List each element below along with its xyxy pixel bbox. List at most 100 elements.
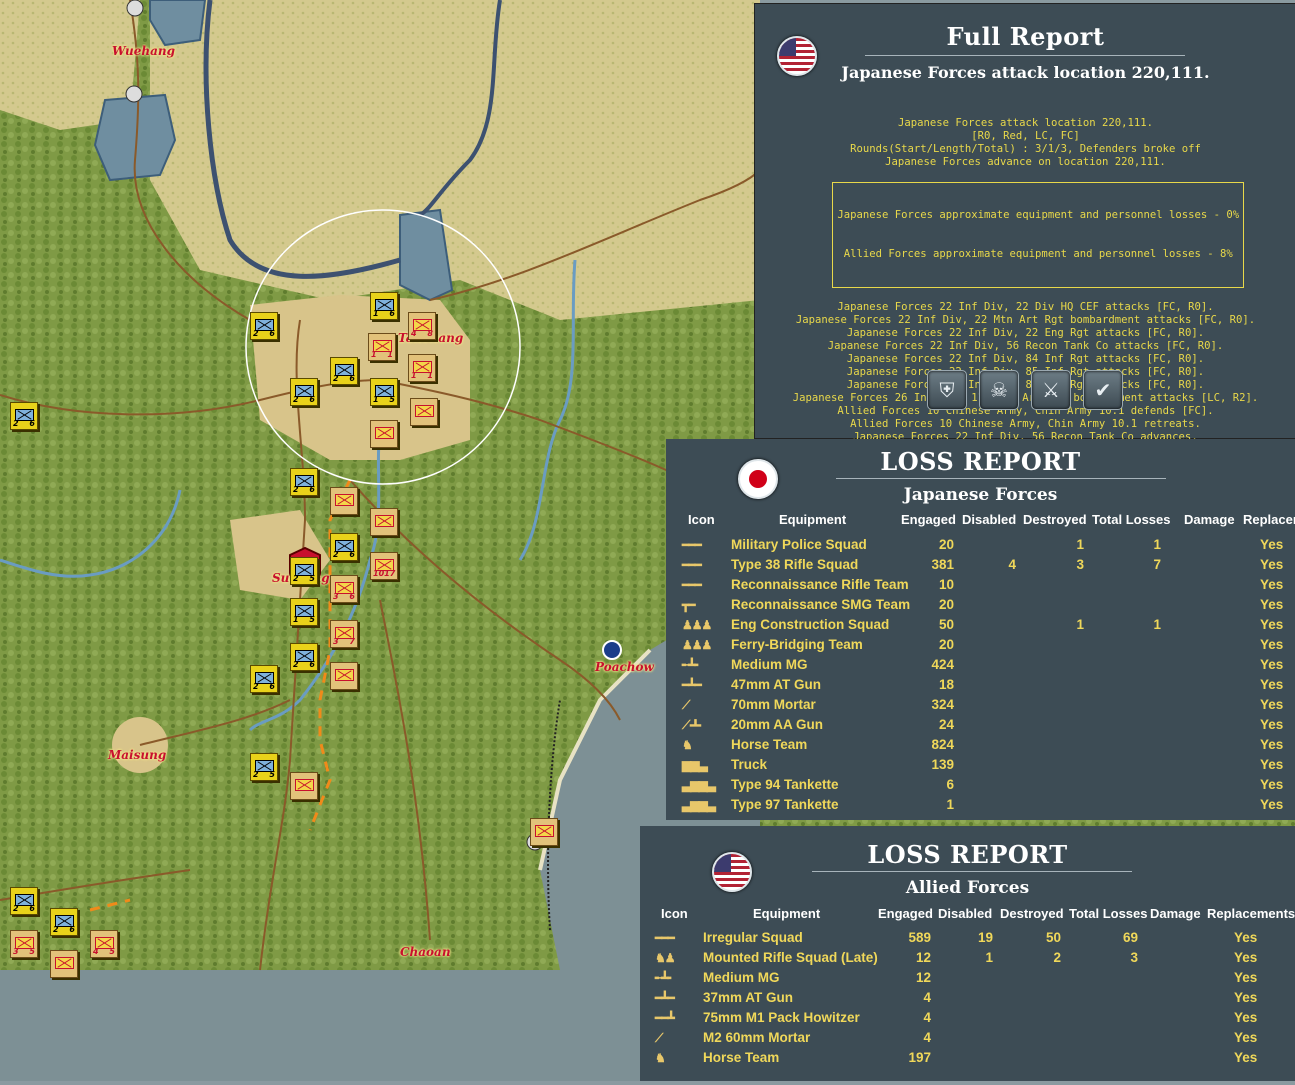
loss-table-row[interactable]: ♞ Horse Team 824 Yes (666, 734, 1295, 754)
log-line: [R0, Red, LC, FC] (971, 130, 1080, 142)
loss-table-row[interactable]: ╾┻╸ Medium MG 12 Yes (640, 967, 1295, 987)
replacements-value: Yes (1234, 1030, 1258, 1045)
loss-table-row[interactable]: ━━┻ 75mm M1 Pack Howitzer 4 Yes (640, 1007, 1295, 1027)
japanese-unit-counter[interactable]: 11 (408, 354, 436, 382)
japanese-unit-counter[interactable]: 11 (368, 333, 396, 361)
loss-table-body: ━━━ Irregular Squad 589 19 50 69 Yes ♞♟ Mounted … (640, 927, 1295, 1067)
allied-unit-counter[interactable]: 25 (250, 753, 278, 781)
col-total-losses: Total Losses (1069, 906, 1148, 921)
loss-table-row[interactable]: ━━━ Type 38 Rifle Squad 381 4 3 7 Yes (666, 554, 1295, 574)
allied-unit-counter[interactable]: 26 (290, 378, 318, 406)
dagger-skull-icon[interactable]: ☠ (979, 370, 1019, 410)
destroyed-count: 50 (1045, 930, 1061, 945)
col-equipment: Equipment (779, 512, 847, 527)
japanese-unit-counter[interactable] (330, 487, 358, 515)
loss-table-row[interactable]: ♞♟ Mounted Rifle Squad (Late) 12 1 2 3 Yes (640, 947, 1295, 967)
allied-unit-counter[interactable]: 26 (290, 468, 318, 496)
japanese-unit-counter[interactable] (50, 950, 78, 978)
artillery-symbol-icon (535, 825, 554, 837)
col-destroyed: Destroyed (1023, 512, 1087, 527)
replacements-value: Yes (1260, 657, 1284, 672)
allied-unit-counter[interactable]: 26 (290, 643, 318, 671)
col-replacements: Replacements (1207, 906, 1295, 921)
replacements-value: Yes (1234, 1050, 1258, 1065)
allied-unit-counter[interactable]: 25 (290, 557, 318, 585)
loss-table-row[interactable]: ━━━ Military Police Squad 20 1 1 Yes (666, 534, 1295, 554)
replacements-value: Yes (1260, 757, 1284, 772)
loss-table-row[interactable]: ▃▆▆▃ Type 94 Tankette 6 Yes (666, 774, 1295, 794)
loss-table-row[interactable]: ┳━ Reconnaissance SMG Team 20 Yes (666, 594, 1295, 614)
japanese-unit-counter[interactable] (370, 420, 398, 448)
shield-skull-icon[interactable]: ⛨ (927, 370, 967, 410)
japanese-unit-counter[interactable]: 36 (330, 575, 358, 603)
loss-table-row[interactable]: ▆▆▃ Truck 139 Yes (666, 754, 1295, 774)
equipment-name: Type 94 Tankette (731, 777, 839, 792)
losses-summary-box: Japanese Forces approximate equipment an… (832, 182, 1245, 288)
loss-table-row[interactable]: ▃▆▆▃ Type 97 Tankette 1 Yes (666, 794, 1295, 814)
loss-table-row[interactable]: ♟♟♟ Ferry-Bridging Team 20 Yes (666, 634, 1295, 654)
infantry-symbol-icon (375, 427, 394, 439)
replacements-value: Yes (1260, 637, 1284, 652)
allied-unit-counter[interactable]: 26 (10, 402, 38, 430)
crossed-swords-icon[interactable]: ⚔ (1031, 370, 1071, 410)
replacements-value: Yes (1234, 950, 1258, 965)
japanese-unit-counter[interactable]: 48 (408, 312, 436, 340)
at-gun-icon: ━┻━ (655, 991, 675, 1005)
replacements-value: Yes (1234, 1010, 1258, 1025)
equipment-name: Ferry-Bridging Team (731, 637, 863, 652)
allied-unit-counter[interactable]: 15 (290, 598, 318, 626)
loss-table-row[interactable]: ╾┻╸ Medium MG 424 Yes (666, 654, 1295, 674)
allied-unit-counter[interactable]: 26 (250, 665, 278, 693)
destroyed-count: 1 (1076, 617, 1084, 632)
log-line: Japanese Forces 22 Inf Div, 22 Eng Rgt a… (846, 327, 1205, 339)
replacements-value: Yes (1234, 930, 1258, 945)
tank-icon: ▃▆▆▃ (682, 798, 716, 812)
japanese-unit-counter[interactable]: 10 17 (370, 552, 398, 580)
loss-table-row[interactable]: ♟♟♟ Eng Construction Squad 50 1 1 Yes (666, 614, 1295, 634)
japanese-unit-counter[interactable] (290, 772, 318, 800)
total-losses-count: 69 (1122, 930, 1138, 945)
mortar-icon: ⟋ (682, 698, 690, 712)
log-line: Allied Forces approximate equipment and … (843, 248, 1233, 260)
equipment-name: Eng Construction Squad (731, 617, 890, 632)
loss-table-row[interactable]: ━┻━ 37mm AT Gun 4 Yes (640, 987, 1295, 1007)
japanese-unit-counter[interactable] (370, 508, 398, 536)
engaged-count: 12 (915, 950, 931, 965)
engaged-count: 197 (908, 1050, 931, 1065)
allied-unit-counter[interactable]: 26 (10, 887, 38, 915)
horse-icon: ♞ (682, 738, 693, 752)
loss-table-row[interactable]: ━━━ Reconnaissance Rifle Team 10 Yes (666, 574, 1295, 594)
allied-unit-counter[interactable]: 26 (330, 533, 358, 561)
rifle-icon: ━━━ (682, 578, 702, 592)
loss-table-row[interactable]: ━┻━ 47mm AT Gun 18 Yes (666, 674, 1295, 694)
destroyed-count: 1 (1076, 537, 1084, 552)
equipment-name: M2 60mm Mortar (703, 1030, 811, 1045)
replacements-value: Yes (1260, 737, 1284, 752)
japanese-unit-counter[interactable] (330, 662, 358, 690)
allied-unit-counter[interactable]: 26 (50, 908, 78, 936)
engaged-count: 24 (938, 717, 954, 732)
japanese-unit-counter[interactable]: 35 (10, 930, 38, 958)
allied-unit-counter[interactable]: 26 (330, 357, 358, 385)
checkmark-icon[interactable]: ✔ (1083, 370, 1123, 410)
total-losses-count: 7 (1153, 557, 1161, 572)
loss-table-row[interactable]: ⟋ M2 60mm Mortar 4 Yes (640, 1027, 1295, 1047)
divider (812, 871, 1132, 872)
log-line: Japanese Forces 22 Inf Div, 22 Div HQ CE… (837, 301, 1214, 313)
replacements-value: Yes (1260, 717, 1284, 732)
allied-unit-counter[interactable]: 15 (370, 378, 398, 406)
japanese-unit-counter[interactable]: 45 (90, 930, 118, 958)
log-line: Japanese Forces 22 Inf Div, 84 Inf Rgt a… (846, 353, 1205, 365)
japanese-unit-counter[interactable]: 37 (330, 620, 358, 648)
japanese-unit-counter[interactable] (530, 818, 558, 846)
engaged-count: 139 (931, 757, 954, 772)
loss-table-row[interactable]: ⟋ 70mm Mortar 324 Yes (666, 694, 1295, 714)
side-name: Allied Forces (905, 878, 1030, 898)
loss-table-row[interactable]: ⟋┻ 20mm AA Gun 24 Yes (666, 714, 1295, 734)
allied-unit-counter[interactable]: 16 (370, 292, 398, 320)
equipment-name: Horse Team (731, 737, 808, 752)
loss-table-row[interactable]: ♞ Horse Team 197 Yes (640, 1047, 1295, 1067)
japanese-unit-counter[interactable] (410, 398, 438, 426)
allied-unit-counter[interactable]: 26 (250, 312, 278, 340)
loss-table-row[interactable]: ━━━ Irregular Squad 589 19 50 69 Yes (640, 927, 1295, 947)
